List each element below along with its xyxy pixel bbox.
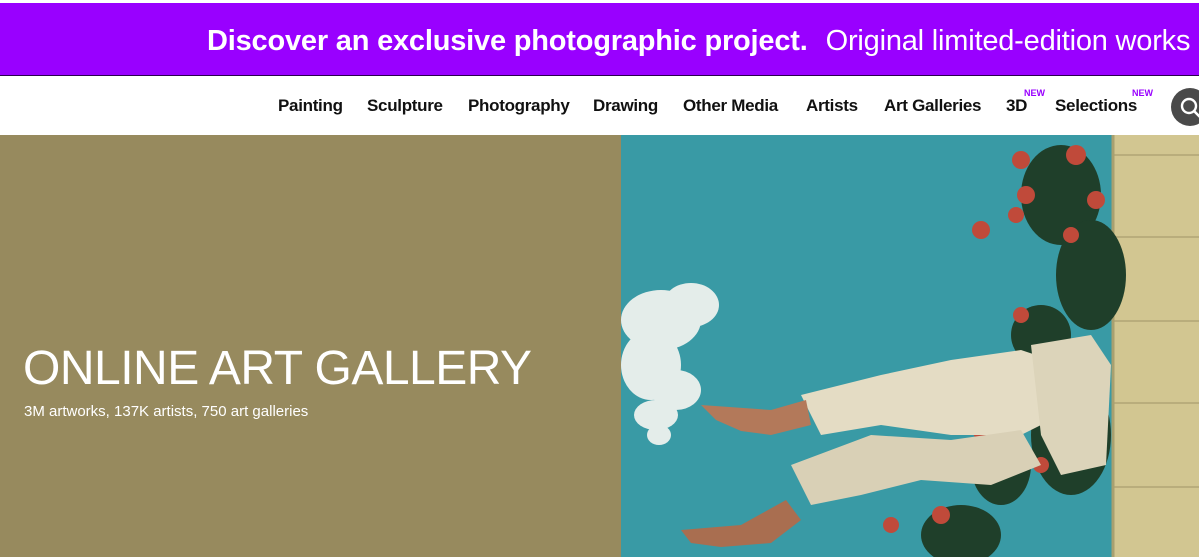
nav-item-selections[interactable]: Selections: [1055, 96, 1137, 116]
promo-marquee: Discover an exclusive photographic proje…: [207, 23, 1190, 59]
nav-item-art-galleries[interactable]: Art Galleries: [884, 96, 982, 116]
nav-item-drawing[interactable]: Drawing: [593, 96, 658, 116]
promo-text: Original limited-edition works: [825, 25, 1191, 57]
hero-section: ONLINE ART GALLERY 3M artworks, 137K art…: [0, 135, 1199, 557]
promo-bold-text: Discover an exclusive photographic proje…: [207, 25, 808, 57]
nav-item-painting[interactable]: Painting: [278, 96, 343, 116]
hero-title: ONLINE ART GALLERY: [23, 342, 532, 395]
search-icon: [1180, 97, 1199, 118]
new-badge-selections: NEW: [1132, 88, 1153, 98]
nav-item-artists[interactable]: Artists: [806, 96, 858, 116]
nav-item-3d[interactable]: 3D: [1006, 96, 1027, 116]
hero-artwork-image[interactable]: [621, 135, 1199, 557]
search-button[interactable]: [1171, 88, 1199, 126]
main-nav: Painting Sculpture Photography Drawing O…: [0, 77, 1199, 135]
nav-item-other-media[interactable]: Other Media: [683, 96, 778, 116]
promo-banner[interactable]: Discover an exclusive photographic proje…: [0, 0, 1199, 76]
nav-item-photography[interactable]: Photography: [468, 96, 570, 116]
nav-item-sculpture[interactable]: Sculpture: [367, 96, 443, 116]
new-badge-3d: NEW: [1024, 88, 1045, 98]
hero-subtitle: 3M artworks, 137K artists, 750 art galle…: [24, 403, 309, 420]
